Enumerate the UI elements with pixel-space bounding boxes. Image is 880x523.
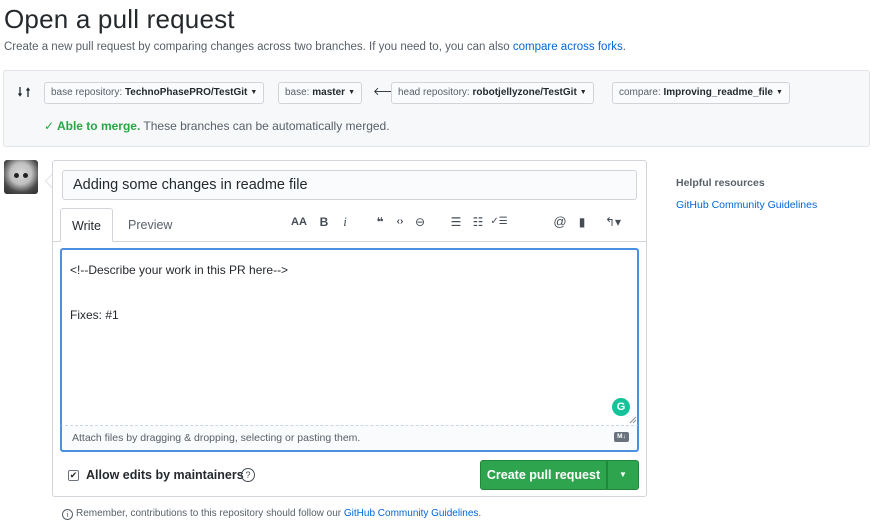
create-pull-request-button[interactable]: Create pull request [480, 460, 607, 490]
resize-handle-icon[interactable] [629, 416, 637, 424]
sidebar-guidelines-link[interactable]: GitHub Community Guidelines [676, 199, 817, 211]
bookmark-icon[interactable]: ▮ [574, 213, 590, 231]
base-branch-select[interactable]: base: master ▼ [278, 82, 362, 104]
pr-body-textarea[interactable]: <!--Describe your work in this PR here--… [60, 248, 639, 426]
compare-branch-value: Improving_readme_file [663, 87, 773, 98]
base-branch-value: master [312, 87, 346, 98]
caret-down-icon: ▼ [348, 89, 355, 96]
merge-status-text: These branches can be automatically merg… [140, 119, 390, 133]
italic-icon[interactable]: i [337, 213, 353, 231]
helpful-resources-heading: Helpful resources [676, 177, 765, 189]
base-repository-select[interactable]: base repository: TechnoPhasePRO/TestGit ▼ [44, 82, 265, 104]
task-list-icon[interactable]: ✓☰ [488, 213, 510, 231]
contribution-notice-text: Remember, contributions to this reposito… [76, 508, 344, 519]
tab-preview[interactable]: Preview [117, 208, 183, 242]
merge-status: ✓ Able to merge. These branches can be a… [44, 119, 390, 133]
head-repository-prefix: head repository: [398, 87, 473, 98]
code-icon[interactable]: ‹› [392, 213, 408, 231]
bold-icon[interactable]: B [316, 213, 332, 231]
contribution-notice: i Remember, contributions to this reposit… [62, 508, 481, 520]
quote-icon[interactable]: ❝ [372, 213, 388, 231]
mention-icon[interactable]: @ [552, 213, 568, 231]
compare-branch-select[interactable]: compare: Improving_readme_file ▼ [612, 82, 790, 104]
tab-write[interactable]: Write [60, 208, 113, 242]
caret-down-icon: ▼ [579, 89, 587, 96]
header-text-icon[interactable]: AA [290, 213, 308, 231]
body-line: Fixes: #1 [70, 307, 119, 322]
notice-end: . [478, 508, 482, 519]
reply-icon[interactable]: ↰▾ [600, 213, 626, 231]
head-repository-select[interactable]: head repository: robotjellyzone/TestGit ▼ [391, 82, 594, 104]
base-branch-prefix: base: [285, 87, 313, 98]
base-repository-value: TechnoPhasePRO/TestGit [124, 87, 248, 98]
create-options-dropdown[interactable]: ▼ [607, 460, 639, 490]
allow-edits-label[interactable]: Allow edits by maintainers [86, 468, 244, 482]
merge-ok-label: ✓ Able to merge. [44, 119, 141, 133]
avatar-eye [14, 173, 19, 178]
caret-down-icon: ▼ [775, 89, 783, 96]
avatar-eye [23, 173, 28, 178]
avatar[interactable] [4, 160, 38, 194]
compare-across-forks-link[interactable]: compare across forks [513, 41, 623, 53]
ordered-list-icon[interactable]: ☷ [470, 213, 486, 231]
grammarly-icon[interactable]: G [612, 398, 630, 416]
form-pointer-inner [46, 175, 52, 187]
compare-branch-prefix: compare: [619, 87, 664, 98]
body-line [70, 282, 629, 304]
body-line: <!--Describe your work in this PR here--… [70, 263, 289, 277]
page-title: Open a pull request [4, 4, 235, 34]
question-icon[interactable]: ? [241, 468, 255, 482]
allow-edits-checkbox[interactable]: ✔ [68, 470, 79, 481]
head-repository-value: robotjellyzone/TestGit [472, 87, 577, 98]
link-icon[interactable]: ⊖ [412, 213, 428, 231]
subtitle-end: . [622, 41, 626, 53]
caret-down-icon: ▼ [250, 89, 258, 96]
unordered-list-icon[interactable]: ☰ [448, 213, 464, 231]
attach-files-bar[interactable]: Attach files by dragging & dropping, sel… [60, 426, 639, 452]
markdown-icon[interactable]: M↓ [614, 432, 629, 442]
compare-icon [17, 87, 31, 97]
page-subtitle: Create a new pull request by comparing c… [4, 41, 626, 53]
pr-title-input[interactable]: Adding some changes in readme file [62, 170, 637, 200]
subtitle-text: Create a new pull request by comparing c… [4, 41, 513, 53]
base-repository-prefix: base repository: [51, 87, 125, 98]
info-icon: i [62, 509, 73, 520]
community-guidelines-link[interactable]: GitHub Community Guidelines [344, 508, 479, 519]
